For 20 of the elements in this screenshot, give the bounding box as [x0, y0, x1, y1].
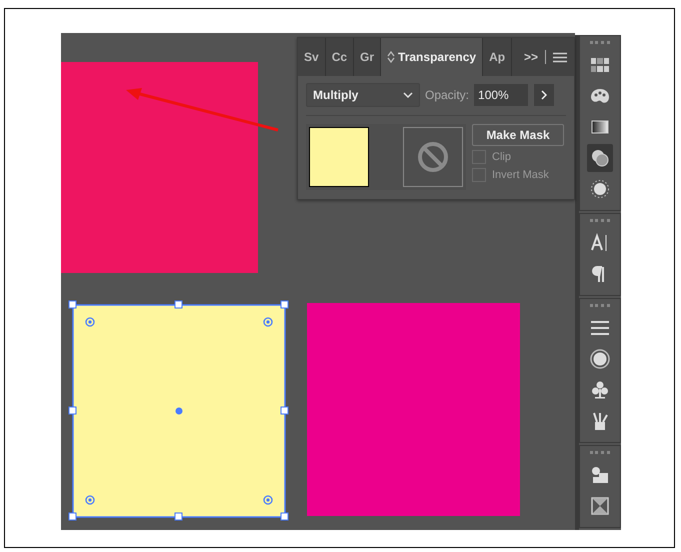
no-sign-icon [417, 141, 449, 173]
panel-tab[interactable]: Ap [483, 38, 512, 76]
menu-icon[interactable] [553, 52, 567, 62]
panel-tab[interactable]: Cc [326, 38, 354, 76]
opacity-stepper-button[interactable] [533, 84, 554, 106]
checkbox-label: Invert Mask [492, 169, 549, 181]
panel-tab[interactable]: Transparency [381, 38, 484, 76]
panel-tab[interactable]: Sv [298, 38, 326, 76]
mask-thumbnail[interactable] [403, 127, 463, 187]
blend-mode-dropdown[interactable]: Multiply [306, 83, 420, 107]
chevron-down-icon [403, 92, 413, 98]
chevron-right-icon [541, 90, 548, 100]
overlapping-circles-icon[interactable] [587, 144, 613, 172]
checkbox-label: Clip [492, 151, 511, 163]
make-mask-button[interactable]: Make Mask [472, 124, 564, 146]
opacity-label: Opacity: [425, 88, 470, 102]
object-thumbnail[interactable] [309, 127, 369, 187]
overflow-button[interactable]: >> [524, 50, 538, 64]
opacity-field[interactable]: 100% [474, 84, 528, 106]
updown-icon [387, 51, 396, 63]
